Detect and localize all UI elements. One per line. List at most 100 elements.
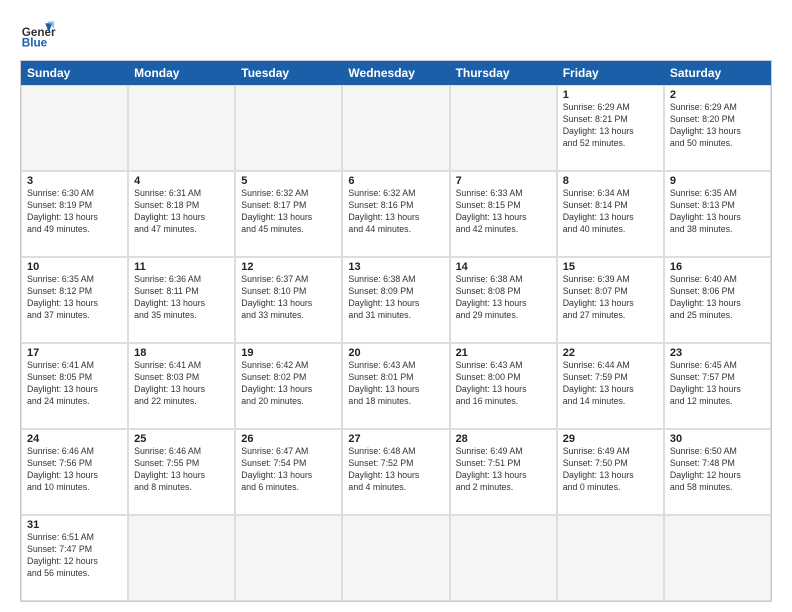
day-number: 21 [456,347,551,359]
day-info: Sunrise: 6:36 AM Sunset: 8:11 PM Dayligh… [134,274,229,322]
logo-icon: General Blue [20,16,56,52]
day-info: Sunrise: 6:34 AM Sunset: 8:14 PM Dayligh… [563,188,658,236]
day-header-sunday: Sunday [21,61,128,85]
day-info: Sunrise: 6:30 AM Sunset: 8:19 PM Dayligh… [27,188,122,236]
day-number: 3 [27,175,122,187]
day-info: Sunrise: 6:45 AM Sunset: 7:57 PM Dayligh… [670,360,765,408]
day-info: Sunrise: 6:38 AM Sunset: 8:09 PM Dayligh… [348,274,443,322]
day-number: 16 [670,261,765,273]
day-info: Sunrise: 6:32 AM Sunset: 8:17 PM Dayligh… [241,188,336,236]
day-info: Sunrise: 6:47 AM Sunset: 7:54 PM Dayligh… [241,446,336,494]
calendar-day-27: 27Sunrise: 6:48 AM Sunset: 7:52 PM Dayli… [342,429,449,515]
day-number: 22 [563,347,658,359]
calendar-day-2: 2Sunrise: 6:29 AM Sunset: 8:20 PM Daylig… [664,85,771,171]
calendar-day-30: 30Sunrise: 6:50 AM Sunset: 7:48 PM Dayli… [664,429,771,515]
calendar-empty-cell [342,515,449,601]
day-number: 8 [563,175,658,187]
day-number: 25 [134,433,229,445]
calendar-day-17: 17Sunrise: 6:41 AM Sunset: 8:05 PM Dayli… [21,343,128,429]
day-info: Sunrise: 6:51 AM Sunset: 7:47 PM Dayligh… [27,532,122,580]
day-info: Sunrise: 6:50 AM Sunset: 7:48 PM Dayligh… [670,446,765,494]
calendar-empty-cell [21,85,128,171]
day-number: 17 [27,347,122,359]
calendar-day-10: 10Sunrise: 6:35 AM Sunset: 8:12 PM Dayli… [21,257,128,343]
calendar-day-26: 26Sunrise: 6:47 AM Sunset: 7:54 PM Dayli… [235,429,342,515]
day-info: Sunrise: 6:29 AM Sunset: 8:21 PM Dayligh… [563,102,658,150]
calendar-day-6: 6Sunrise: 6:32 AM Sunset: 8:16 PM Daylig… [342,171,449,257]
day-info: Sunrise: 6:43 AM Sunset: 8:01 PM Dayligh… [348,360,443,408]
day-number: 10 [27,261,122,273]
calendar-day-5: 5Sunrise: 6:32 AM Sunset: 8:17 PM Daylig… [235,171,342,257]
day-info: Sunrise: 6:35 AM Sunset: 8:12 PM Dayligh… [27,274,122,322]
calendar-day-13: 13Sunrise: 6:38 AM Sunset: 8:09 PM Dayli… [342,257,449,343]
day-number: 4 [134,175,229,187]
day-number: 28 [456,433,551,445]
calendar-grid: 1Sunrise: 6:29 AM Sunset: 8:21 PM Daylig… [21,85,771,601]
day-number: 26 [241,433,336,445]
day-header-monday: Monday [128,61,235,85]
day-number: 31 [27,519,122,531]
calendar-day-23: 23Sunrise: 6:45 AM Sunset: 7:57 PM Dayli… [664,343,771,429]
calendar-empty-cell [128,85,235,171]
calendar-empty-cell [664,515,771,601]
day-info: Sunrise: 6:46 AM Sunset: 7:56 PM Dayligh… [27,446,122,494]
day-number: 24 [27,433,122,445]
calendar-day-7: 7Sunrise: 6:33 AM Sunset: 8:15 PM Daylig… [450,171,557,257]
calendar-empty-cell [128,515,235,601]
calendar-day-21: 21Sunrise: 6:43 AM Sunset: 8:00 PM Dayli… [450,343,557,429]
day-info: Sunrise: 6:49 AM Sunset: 7:51 PM Dayligh… [456,446,551,494]
calendar-empty-cell [342,85,449,171]
calendar-day-11: 11Sunrise: 6:36 AM Sunset: 8:11 PM Dayli… [128,257,235,343]
day-number: 5 [241,175,336,187]
day-number: 15 [563,261,658,273]
calendar-day-31: 31Sunrise: 6:51 AM Sunset: 7:47 PM Dayli… [21,515,128,601]
day-number: 7 [456,175,551,187]
day-info: Sunrise: 6:32 AM Sunset: 8:16 PM Dayligh… [348,188,443,236]
day-number: 18 [134,347,229,359]
day-info: Sunrise: 6:49 AM Sunset: 7:50 PM Dayligh… [563,446,658,494]
calendar-day-8: 8Sunrise: 6:34 AM Sunset: 8:14 PM Daylig… [557,171,664,257]
calendar-empty-cell [557,515,664,601]
day-info: Sunrise: 6:46 AM Sunset: 7:55 PM Dayligh… [134,446,229,494]
day-info: Sunrise: 6:31 AM Sunset: 8:18 PM Dayligh… [134,188,229,236]
day-number: 6 [348,175,443,187]
calendar-day-19: 19Sunrise: 6:42 AM Sunset: 8:02 PM Dayli… [235,343,342,429]
day-number: 2 [670,89,765,101]
day-headers: SundayMondayTuesdayWednesdayThursdayFrid… [21,61,771,85]
day-number: 12 [241,261,336,273]
calendar-empty-cell [235,85,342,171]
day-number: 9 [670,175,765,187]
calendar-day-12: 12Sunrise: 6:37 AM Sunset: 8:10 PM Dayli… [235,257,342,343]
day-info: Sunrise: 6:48 AM Sunset: 7:52 PM Dayligh… [348,446,443,494]
svg-text:Blue: Blue [22,37,48,50]
calendar-day-14: 14Sunrise: 6:38 AM Sunset: 8:08 PM Dayli… [450,257,557,343]
day-info: Sunrise: 6:29 AM Sunset: 8:20 PM Dayligh… [670,102,765,150]
calendar: SundayMondayTuesdayWednesdayThursdayFrid… [20,60,772,602]
calendar-day-4: 4Sunrise: 6:31 AM Sunset: 8:18 PM Daylig… [128,171,235,257]
day-info: Sunrise: 6:43 AM Sunset: 8:00 PM Dayligh… [456,360,551,408]
day-number: 27 [348,433,443,445]
day-info: Sunrise: 6:42 AM Sunset: 8:02 PM Dayligh… [241,360,336,408]
day-info: Sunrise: 6:38 AM Sunset: 8:08 PM Dayligh… [456,274,551,322]
calendar-day-29: 29Sunrise: 6:49 AM Sunset: 7:50 PM Dayli… [557,429,664,515]
calendar-day-28: 28Sunrise: 6:49 AM Sunset: 7:51 PM Dayli… [450,429,557,515]
calendar-day-24: 24Sunrise: 6:46 AM Sunset: 7:56 PM Dayli… [21,429,128,515]
day-number: 20 [348,347,443,359]
day-info: Sunrise: 6:33 AM Sunset: 8:15 PM Dayligh… [456,188,551,236]
day-header-wednesday: Wednesday [342,61,449,85]
day-number: 14 [456,261,551,273]
calendar-day-15: 15Sunrise: 6:39 AM Sunset: 8:07 PM Dayli… [557,257,664,343]
day-info: Sunrise: 6:37 AM Sunset: 8:10 PM Dayligh… [241,274,336,322]
day-info: Sunrise: 6:44 AM Sunset: 7:59 PM Dayligh… [563,360,658,408]
day-number: 11 [134,261,229,273]
day-header-tuesday: Tuesday [235,61,342,85]
calendar-day-16: 16Sunrise: 6:40 AM Sunset: 8:06 PM Dayli… [664,257,771,343]
calendar-day-3: 3Sunrise: 6:30 AM Sunset: 8:19 PM Daylig… [21,171,128,257]
day-number: 23 [670,347,765,359]
day-info: Sunrise: 6:40 AM Sunset: 8:06 PM Dayligh… [670,274,765,322]
day-number: 29 [563,433,658,445]
calendar-empty-cell [450,85,557,171]
calendar-day-9: 9Sunrise: 6:35 AM Sunset: 8:13 PM Daylig… [664,171,771,257]
calendar-day-20: 20Sunrise: 6:43 AM Sunset: 8:01 PM Dayli… [342,343,449,429]
day-header-thursday: Thursday [450,61,557,85]
